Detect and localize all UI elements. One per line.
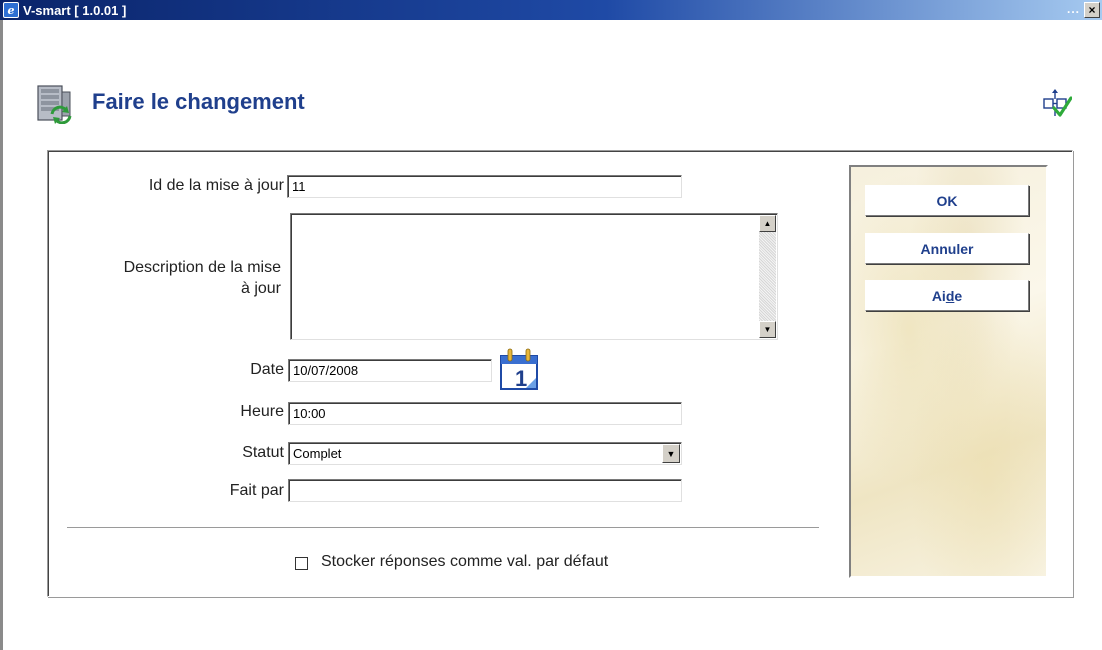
close-icon: × <box>1088 3 1096 17</box>
help-label-post: e <box>954 287 963 304</box>
window-left-edge <box>0 20 3 650</box>
status-dropdown-button[interactable]: ▼ <box>662 444 680 463</box>
done-by-label: Fait par <box>229 482 284 499</box>
time-input[interactable]: 10:00 <box>288 402 682 425</box>
description-label-line1: Description de la mise <box>123 259 281 276</box>
scroll-up-button[interactable]: ▲ <box>759 215 776 232</box>
description-textarea[interactable]: ▲ ▼ <box>290 213 778 340</box>
help-label-pre: Ai <box>931 287 946 304</box>
triangle-down-icon: ▼ <box>763 325 772 334</box>
store-defaults-label[interactable]: Stocker réponses comme val. par défaut <box>321 553 608 571</box>
window-title: V-smart [ 1.0.01 ] <box>23 2 127 18</box>
done-by-input[interactable] <box>288 479 682 502</box>
status-select[interactable]: Complet ▼ <box>288 442 682 465</box>
ie-icon: e <box>3 2 19 18</box>
scroll-down-button[interactable]: ▼ <box>759 321 776 338</box>
description-label-line2: à jour <box>240 280 281 297</box>
close-button[interactable]: × <box>1084 2 1100 18</box>
button-panel <box>849 165 1048 578</box>
date-label: Date <box>250 361 284 378</box>
description-text <box>291 214 777 220</box>
ok-button[interactable]: OK <box>865 185 1029 216</box>
update-id-label: Id de la mise à jour <box>148 177 284 194</box>
date-input[interactable]: 10/07/2008 <box>288 359 492 382</box>
page-title: Faire le changement <box>92 89 305 114</box>
status-label: Statut <box>242 444 284 461</box>
help-button[interactable]: Ai d e <box>865 280 1029 311</box>
time-label: Heure <box>240 403 284 420</box>
titlebar-ellipsis: ... <box>1066 2 1080 16</box>
calendar-day-number: 1 <box>515 366 527 390</box>
store-defaults-checkbox[interactable] <box>295 557 308 570</box>
help-label-mnemonic: d <box>945 287 955 304</box>
form-divider <box>67 527 819 529</box>
cancel-button[interactable]: Annuler <box>865 233 1029 264</box>
calendar-icon[interactable]: 1 <box>500 348 538 390</box>
triangle-up-icon: ▲ <box>763 219 772 228</box>
workflow-check-icon[interactable] <box>1042 88 1072 118</box>
server-sync-icon <box>37 85 72 124</box>
update-id-input[interactable]: 11 <box>287 175 682 198</box>
description-scrollbar[interactable]: ▲ ▼ <box>759 215 776 338</box>
description-label: Description de la mise à jour <box>70 257 281 299</box>
window-titlebar: e V-smart [ 1.0.01 ] ... × <box>0 0 1102 20</box>
triangle-down-icon: ▼ <box>666 448 676 459</box>
status-selected-value: Complet <box>293 446 342 461</box>
